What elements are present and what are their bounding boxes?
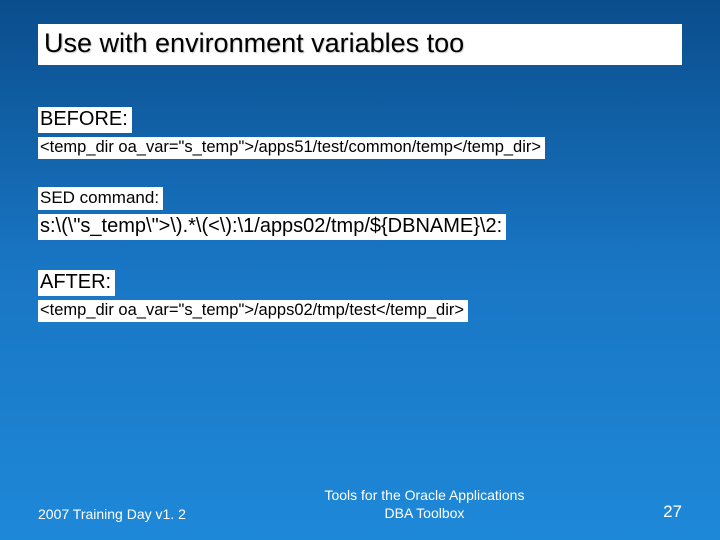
sed-block: SED command: s:\(\"s_temp\">\).*\(<\):\1… <box>38 187 682 240</box>
sed-label: SED command: <box>38 187 163 210</box>
before-block: BEFORE: <temp_dir oa_var="s_temp">/apps5… <box>38 107 682 159</box>
after-block: AFTER: <temp_dir oa_var="s_temp">/apps02… <box>38 270 682 322</box>
before-label: BEFORE: <box>38 107 132 133</box>
after-code: <temp_dir oa_var="s_temp">/apps02/tmp/te… <box>38 300 468 322</box>
slide: Use with environment variables too BEFOR… <box>0 0 720 322</box>
footer-page-number: 27 <box>663 502 682 522</box>
footer-center-line1: Tools for the Oracle Applications <box>324 487 524 505</box>
sed-code: s:\(\"s_temp\">\).*\(<\):\1/apps02/tmp/$… <box>38 214 506 240</box>
slide-title: Use with environment variables too <box>38 24 682 65</box>
after-label: AFTER: <box>38 270 115 296</box>
before-code: <temp_dir oa_var="s_temp">/apps51/test/c… <box>38 137 545 159</box>
footer-left: 2007 Training Day v1. 2 <box>38 506 186 522</box>
footer-center: Tools for the Oracle Applications DBA To… <box>324 487 524 522</box>
footer-center-line2: DBA Toolbox <box>324 505 524 523</box>
footer: 2007 Training Day v1. 2 Tools for the Or… <box>0 487 720 522</box>
